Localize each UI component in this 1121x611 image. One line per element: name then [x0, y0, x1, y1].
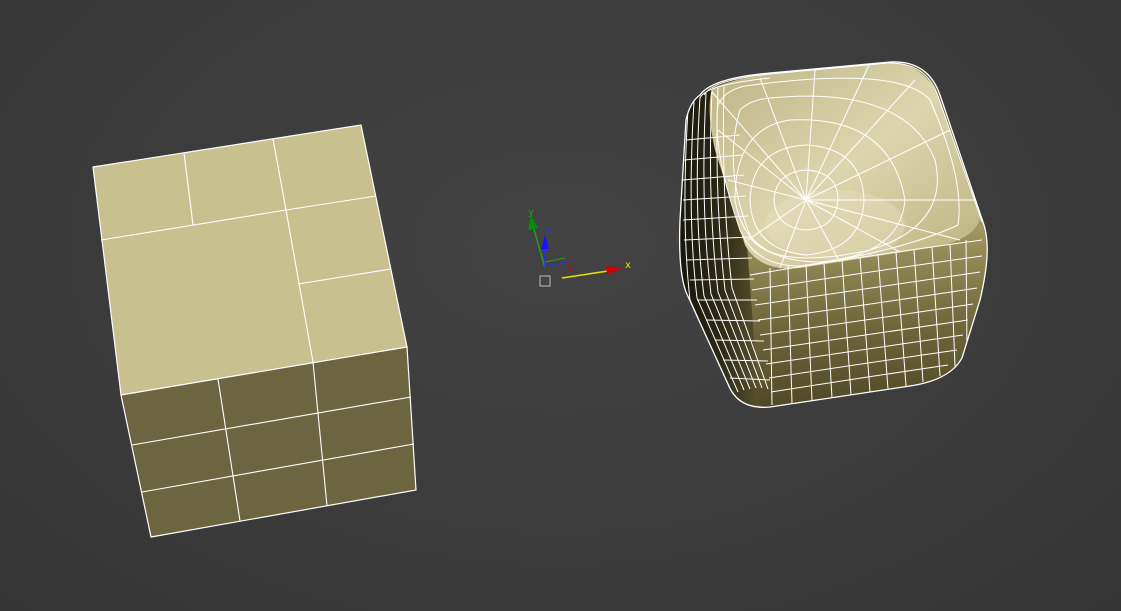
- transform-gizmo[interactable]: x y z: [528, 207, 631, 287]
- z-axis-arrow[interactable]: [541, 235, 549, 249]
- rounded-box-object[interactable]: [660, 61, 990, 420]
- z-axis-label: z: [545, 226, 550, 237]
- perspective-viewport[interactable]: x y z: [0, 0, 1121, 611]
- box-object[interactable]: [92, 124, 417, 538]
- x-axis-label: x: [625, 260, 631, 271]
- y-axis-label: y: [528, 207, 534, 218]
- viewport-scene: x y z: [92, 61, 990, 538]
- x-axis-arrow[interactable]: [606, 266, 622, 275]
- pivot-square[interactable]: [539, 275, 551, 287]
